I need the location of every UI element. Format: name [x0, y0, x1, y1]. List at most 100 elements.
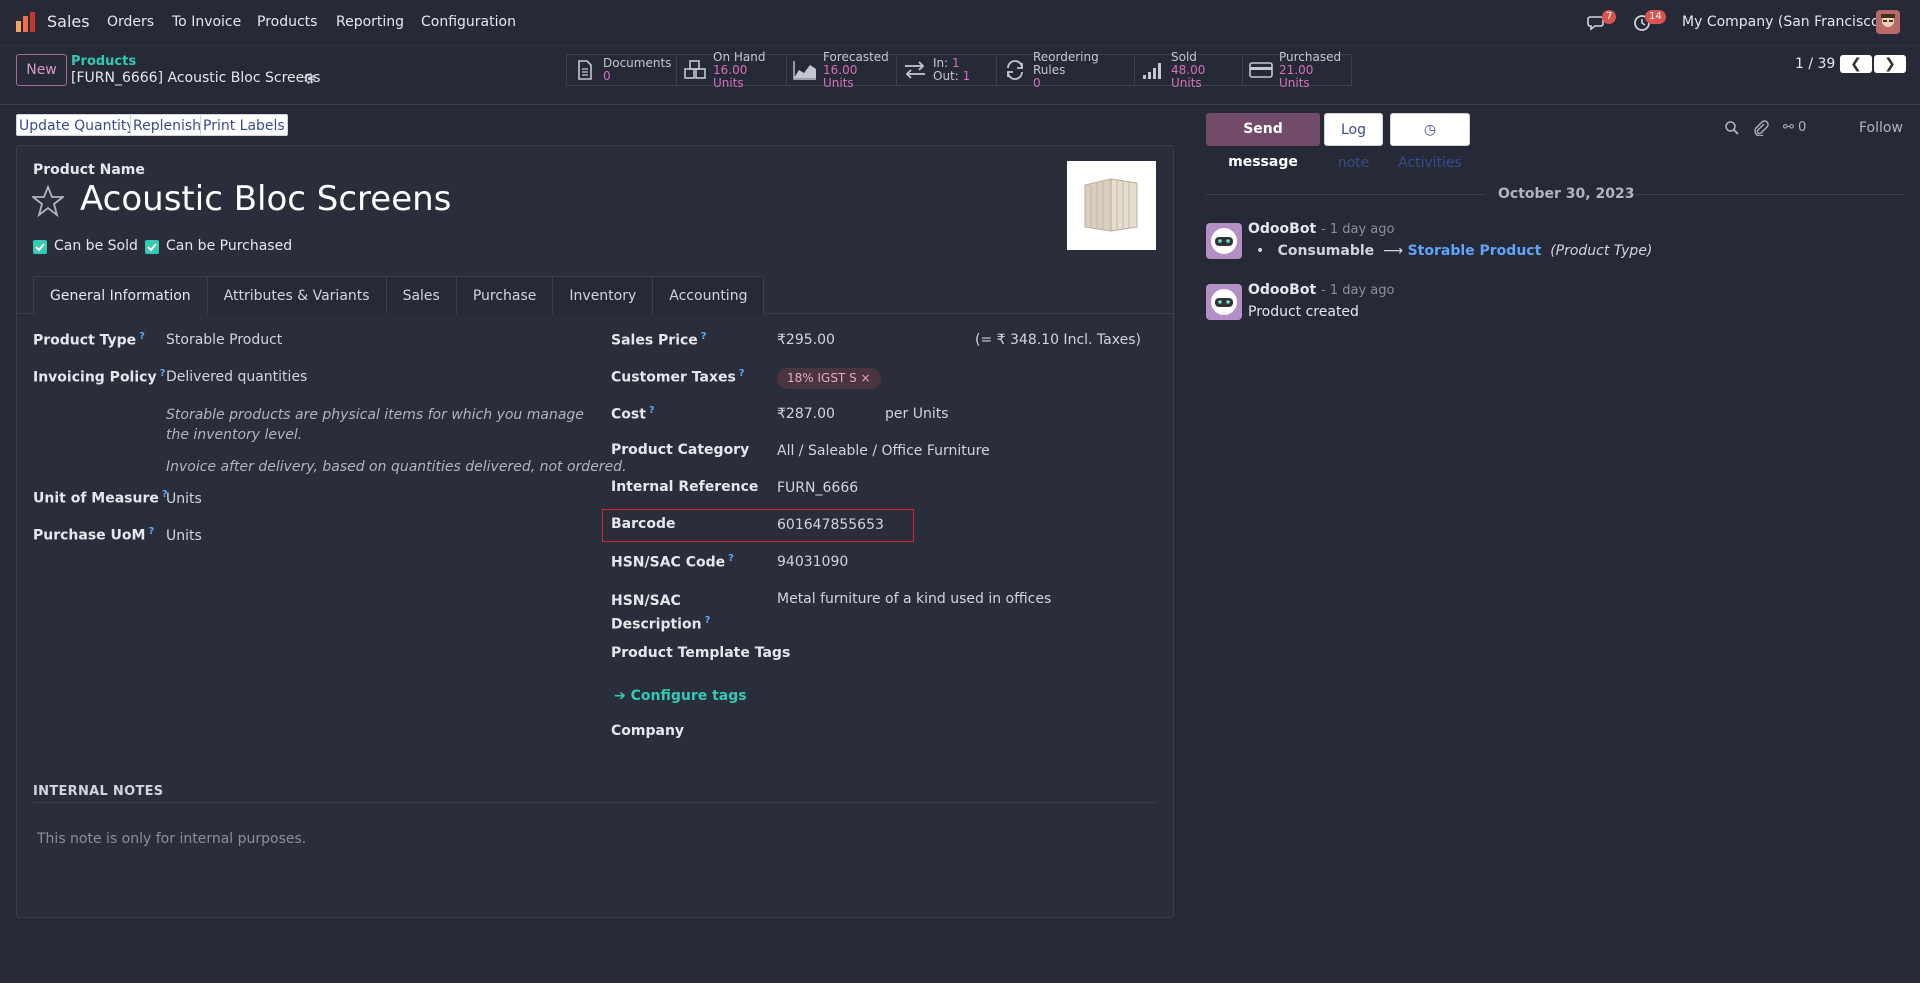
barcode-field[interactable]: 601647855653 [777, 517, 884, 533]
smart-button-purchased[interactable]: Purchased 21.00 Units [1243, 50, 1351, 89]
smart-button-reordering-rules[interactable]: Reordering Rules 0 [997, 50, 1135, 89]
company-switcher[interactable]: My Company (San Francisco) [1682, 14, 1885, 30]
new-button[interactable]: New [16, 54, 67, 86]
configure-tags-link[interactable]: ➔ Configure tags [614, 688, 747, 704]
unit-of-measure-field[interactable]: Units [166, 491, 202, 507]
follow-button[interactable]: Follow [1859, 120, 1903, 136]
star-icon[interactable] [32, 185, 64, 217]
hsn-description-label-line1: HSN/SAC [611, 593, 681, 609]
search-icon[interactable] [1724, 120, 1740, 136]
odoobot-avatar[interactable] [1206, 284, 1242, 320]
product-image[interactable] [1067, 161, 1156, 250]
log-note-button[interactable]: Log note [1324, 113, 1383, 171]
product-type-field[interactable]: Storable Product [166, 332, 282, 348]
invoicing-policy-field[interactable]: Delivered quantities [166, 369, 307, 385]
user-avatar[interactable] [1876, 10, 1900, 34]
boxes-icon [684, 60, 706, 79]
customer-taxes-label-text: Customer Taxes [611, 369, 736, 386]
tab-sales[interactable]: Sales [385, 276, 457, 314]
chatter-date: October 30, 2023 [1498, 186, 1635, 202]
send-message-button[interactable]: Send message [1206, 113, 1320, 170]
product-category-field[interactable]: All / Saleable / Office Furniture [777, 443, 990, 459]
can-be-purchased-label: Can be Purchased [166, 238, 293, 254]
product-name-label: Product Name [33, 162, 145, 178]
hsn-code-label: HSN/SAC Code? [611, 553, 734, 571]
smart-buttons: Documents 0 On Hand 16.00 Units Forecasted… [566, 50, 1352, 89]
message-author-name[interactable]: OdooBot [1248, 282, 1316, 298]
tracking-field: (Product Type) [1550, 243, 1653, 259]
help-icon[interactable]: ? [139, 331, 145, 342]
remove-tag-icon[interactable]: × [861, 371, 871, 385]
can-be-sold-checkbox[interactable] [33, 240, 47, 254]
internal-notes-input[interactable]: This note is only for internal purposes. [37, 831, 306, 847]
hsn-description-label: HSN/SAC Description? [611, 591, 710, 635]
company-label: Company [611, 723, 685, 739]
purchase-uom-label-text: Purchase UoM [33, 527, 146, 544]
cost-field[interactable]: ₹287.00 [777, 406, 835, 422]
product-image-picture [1067, 161, 1156, 250]
hsn-description-field[interactable]: Metal furniture of a kind used in office… [777, 591, 1051, 607]
incl-taxes-text: (= ₹ 348.10 Incl. Taxes) [975, 332, 1141, 348]
unit-of-measure-label: Unit of Measure? [33, 489, 168, 507]
help-icon[interactable]: ? [160, 368, 166, 379]
smart-button-on-hand[interactable]: On Hand 16.00 Units [677, 50, 787, 89]
help-icon[interactable]: ? [728, 553, 734, 564]
smart-button-documents[interactable]: Documents 0 [567, 55, 677, 85]
update-quantity-button[interactable]: Update Quantity [16, 114, 138, 136]
print-labels-button[interactable]: Print Labels [200, 114, 288, 136]
gear-icon[interactable] [303, 72, 316, 85]
tab-inventory[interactable]: Inventory [552, 276, 654, 314]
help-icon[interactable]: ? [649, 405, 655, 416]
user-avatar-image [1876, 10, 1900, 34]
help-icon[interactable]: ? [148, 526, 154, 537]
pager-value[interactable]: 1 / 39 [1795, 56, 1835, 72]
tab-attributes-variants[interactable]: Attributes & Variants [206, 276, 387, 314]
smart-button-in-out[interactable]: In: 1 Out: 1 [897, 55, 997, 85]
breadcrumb-products[interactable]: Products [71, 54, 136, 69]
smart-label: Sold [1171, 49, 1197, 64]
in-value: 1 [952, 56, 960, 70]
menu-products[interactable]: Products [257, 14, 317, 30]
pager-previous-button[interactable]: ❮ [1840, 55, 1872, 73]
can-be-purchased-checkbox[interactable] [145, 240, 159, 254]
followers-count: 0 [1798, 120, 1807, 135]
configure-tags-label: Configure tags [630, 688, 747, 704]
hsn-code-field[interactable]: 94031090 [777, 554, 848, 570]
smart-button-forecasted[interactable]: Forecasted 16.00 Units [787, 50, 897, 89]
credit-card-icon [1249, 62, 1273, 78]
replenish-button[interactable]: Replenish [130, 114, 205, 136]
paperclip-icon[interactable] [1753, 120, 1769, 136]
odoobot-avatar[interactable] [1206, 223, 1242, 259]
pager-next-button[interactable]: ❯ [1874, 55, 1906, 73]
internal-notes-header: INTERNAL NOTES [33, 784, 164, 799]
cost-label-text: Cost [611, 406, 646, 423]
app-name[interactable]: Sales [47, 12, 90, 31]
help-icon[interactable]: ? [739, 368, 745, 379]
menu-configuration[interactable]: Configuration [421, 14, 516, 30]
product-type-help-text: Storable products are physical items for… [166, 407, 584, 443]
purchase-uom-field[interactable]: Units [166, 528, 202, 544]
sales-price-field[interactable]: ₹295.00 [777, 332, 835, 348]
sales-app-icon[interactable] [15, 11, 37, 33]
help-icon[interactable]: ? [705, 615, 711, 626]
internal-reference-field[interactable]: FURN_6666 [777, 480, 858, 496]
tab-purchase[interactable]: Purchase [455, 276, 554, 314]
help-icon[interactable]: ? [701, 331, 707, 342]
activities-badge: 14 [1645, 10, 1666, 24]
clock-icon: ◷ [1423, 122, 1437, 138]
message-author-name[interactable]: OdooBot [1248, 221, 1316, 237]
menu-orders[interactable]: Orders [107, 14, 154, 30]
tab-accounting[interactable]: Accounting [652, 276, 765, 314]
check-icon [35, 243, 45, 252]
menu-to-invoice[interactable]: To Invoice [172, 14, 241, 30]
smart-label: Documents [603, 56, 672, 70]
arrow-right-icon: ➔ [614, 688, 626, 704]
customer-tax-tag[interactable]: 18% IGST S × [777, 368, 881, 389]
product-name-field[interactable]: Acoustic Bloc Screens [80, 179, 451, 219]
smart-button-sold[interactable]: Sold 48.00 Units [1135, 50, 1243, 89]
activities-button[interactable]: ◷ Activities [1390, 113, 1470, 171]
menu-reporting[interactable]: Reporting [336, 14, 404, 30]
tab-general-information[interactable]: General Information [33, 276, 208, 314]
tracking-new-value: Storable Product [1407, 243, 1542, 259]
followers-button[interactable]: ⚯ 0 [1783, 120, 1806, 135]
